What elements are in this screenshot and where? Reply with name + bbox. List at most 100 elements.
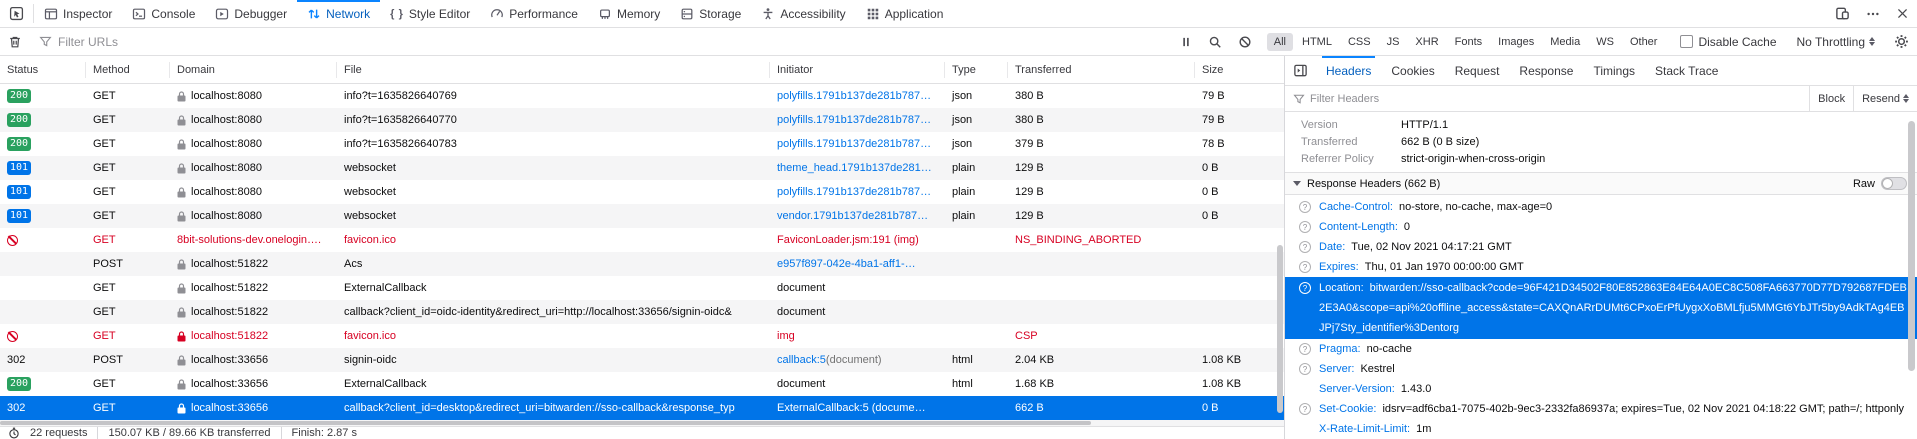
throttling-select[interactable]: No Throttling bbox=[1787, 35, 1885, 49]
header-name[interactable]: Pragma: bbox=[1319, 343, 1361, 355]
tab-style-editor[interactable]: { } Style Editor bbox=[380, 0, 480, 27]
tab-inspector[interactable]: Inspector bbox=[34, 0, 122, 27]
responsive-design-mode-button[interactable] bbox=[1827, 0, 1858, 27]
initiator-link[interactable]: ExternalCallback:5 (docume… bbox=[777, 402, 926, 414]
close-devtools-button[interactable] bbox=[1888, 0, 1917, 27]
tab-network[interactable]: Network bbox=[297, 0, 380, 27]
disable-cache-checkbox[interactable] bbox=[1680, 35, 1693, 48]
tab-memory[interactable]: Memory bbox=[588, 0, 670, 27]
tab-performance[interactable]: Performance bbox=[480, 0, 588, 27]
initiator-link[interactable]: polyfills.1791b137de281b787… bbox=[777, 114, 931, 126]
initiator-link[interactable]: polyfills.1791b137de281b787… bbox=[777, 90, 931, 102]
column-method[interactable]: Method bbox=[86, 62, 170, 78]
table-row[interactable]: GET localhost:51822 callback?client_id=o… bbox=[0, 300, 1284, 324]
help-icon[interactable]: ? bbox=[1299, 241, 1311, 253]
header-name[interactable]: Date: bbox=[1319, 241, 1345, 253]
tab-storage[interactable]: Storage bbox=[670, 0, 751, 27]
block-url-button[interactable]: Block bbox=[1809, 86, 1853, 111]
filter-js[interactable]: JS bbox=[1380, 33, 1407, 51]
tab-request[interactable]: Request bbox=[1445, 56, 1510, 85]
help-icon[interactable]: ? bbox=[1299, 403, 1311, 415]
initiator-link[interactable]: callback:5 bbox=[777, 354, 826, 366]
table-row[interactable]: GET 8bit-solutions-dev.onelogin…. favico… bbox=[0, 228, 1284, 252]
toolbox-menu-button[interactable] bbox=[1858, 0, 1888, 27]
collapse-details-button[interactable] bbox=[1285, 56, 1316, 85]
column-initiator[interactable]: Initiator bbox=[770, 62, 945, 78]
network-settings-button[interactable] bbox=[1886, 28, 1917, 55]
table-row[interactable]: POST localhost:51822 Acs e957f897-042e-4… bbox=[0, 252, 1284, 276]
filter-urls-input[interactable] bbox=[58, 35, 1172, 49]
filter-css[interactable]: CSS bbox=[1341, 33, 1378, 51]
table-row-selected[interactable]: 302 GET localhost:33656 callback?client_… bbox=[0, 396, 1284, 420]
header-row[interactable]: Server-Version:1.43.0 bbox=[1285, 379, 1917, 399]
table-vertical-scrollbar[interactable] bbox=[1277, 245, 1283, 413]
tab-accessibility[interactable]: Accessibility bbox=[751, 0, 855, 27]
column-status[interactable]: Status bbox=[0, 62, 86, 78]
header-row[interactable]: ? Pragma:no-cache bbox=[1285, 339, 1917, 359]
header-row[interactable]: ? Expires:Thu, 01 Jan 1970 00:00:00 GMT bbox=[1285, 257, 1917, 277]
table-row[interactable]: 101 GET localhost:8080 websocket theme_h… bbox=[0, 156, 1284, 180]
filter-fonts[interactable]: Fonts bbox=[1448, 33, 1490, 51]
table-row[interactable]: 101 GET localhost:8080 websocket vendor.… bbox=[0, 204, 1284, 228]
initiator-link[interactable]: vendor.1791b137de281b787… bbox=[777, 210, 928, 222]
initiator-link[interactable]: e957f897-042e-4ba1-aff1-… bbox=[777, 258, 916, 270]
initiator-link[interactable]: theme_head.1791b137de281… bbox=[777, 162, 932, 174]
header-name[interactable]: Server: bbox=[1319, 363, 1354, 375]
tab-headers[interactable]: Headers bbox=[1316, 56, 1381, 85]
filter-all[interactable]: All bbox=[1267, 33, 1293, 51]
pause-recording-button[interactable] bbox=[1172, 28, 1200, 55]
filter-images[interactable]: Images bbox=[1491, 33, 1541, 51]
initiator-link[interactable]: FaviconLoader.jsm:191 (img) bbox=[777, 234, 919, 246]
tab-console[interactable]: Console bbox=[122, 0, 205, 27]
tab-response[interactable]: Response bbox=[1509, 56, 1583, 85]
header-name[interactable]: Expires: bbox=[1319, 261, 1359, 273]
request-blocking-button[interactable] bbox=[1230, 28, 1260, 55]
header-row-selected[interactable]: ? Location:bitwarden://sso-callback?code… bbox=[1285, 277, 1917, 339]
help-icon[interactable]: ? bbox=[1299, 201, 1311, 213]
header-row[interactable]: X-Rate-Limit-Limit:1m bbox=[1285, 419, 1917, 439]
table-row[interactable]: GET localhost:51822 ExternalCallback doc… bbox=[0, 276, 1284, 300]
table-row[interactable]: 200 GET localhost:33656 ExternalCallback… bbox=[0, 372, 1284, 396]
help-icon[interactable]: ? bbox=[1299, 221, 1311, 233]
filter-media[interactable]: Media bbox=[1543, 33, 1587, 51]
header-name[interactable]: Server-Version: bbox=[1319, 383, 1395, 395]
help-icon[interactable]: ? bbox=[1299, 363, 1311, 375]
scrollbar-thumb[interactable] bbox=[0, 421, 1091, 425]
raw-toggle[interactable] bbox=[1881, 177, 1907, 190]
table-row[interactable]: 101 GET localhost:8080 websocket polyfil… bbox=[0, 180, 1284, 204]
table-row[interactable]: 200 GET localhost:8080 info?t=1635826640… bbox=[0, 84, 1284, 108]
filter-ws[interactable]: WS bbox=[1589, 33, 1621, 51]
search-button[interactable] bbox=[1200, 28, 1230, 55]
header-row[interactable]: ? Content-Length:0 bbox=[1285, 217, 1917, 237]
pick-element-button[interactable] bbox=[0, 0, 33, 27]
column-domain[interactable]: Domain bbox=[170, 62, 337, 78]
details-vertical-scrollbar[interactable] bbox=[1908, 121, 1915, 371]
tab-cookies[interactable]: Cookies bbox=[1381, 56, 1444, 85]
table-row[interactable]: GET localhost:51822 favicon.ico img CSP bbox=[0, 324, 1284, 348]
help-icon[interactable]: ? bbox=[1299, 261, 1311, 273]
table-row[interactable]: 200 GET localhost:8080 info?t=1635826640… bbox=[0, 132, 1284, 156]
header-row[interactable]: ? Cache-Control:no-store, no-cache, max-… bbox=[1285, 197, 1917, 217]
header-name[interactable]: Cache-Control: bbox=[1319, 201, 1393, 213]
resend-button[interactable]: Resend bbox=[1853, 86, 1917, 111]
header-name[interactable]: Content-Length: bbox=[1319, 221, 1398, 233]
initiator-link[interactable]: polyfills.1791b137de281b787… bbox=[777, 186, 931, 198]
filter-html[interactable]: HTML bbox=[1295, 33, 1339, 51]
response-headers-section[interactable]: Response Headers (662 B) Raw bbox=[1285, 172, 1917, 195]
header-row[interactable]: ? Date:Tue, 02 Nov 2021 04:17:21 GMT bbox=[1285, 237, 1917, 257]
header-name[interactable]: X-Rate-Limit-Limit: bbox=[1319, 423, 1410, 435]
table-row[interactable]: 302 POST localhost:33656 signin-oidc cal… bbox=[0, 348, 1284, 372]
header-row[interactable]: ? Server:Kestrel bbox=[1285, 359, 1917, 379]
help-icon[interactable]: ? bbox=[1299, 282, 1311, 294]
disable-cache-control[interactable]: Disable Cache bbox=[1671, 35, 1785, 49]
column-type[interactable]: Type bbox=[945, 62, 1008, 78]
column-size[interactable]: Size bbox=[1195, 62, 1283, 78]
header-name[interactable]: Location: bbox=[1319, 282, 1364, 294]
tab-timings[interactable]: Timings bbox=[1583, 56, 1645, 85]
header-row[interactable]: ? Set-Cookie:idsrv=adf6cba1-7075-402b-9e… bbox=[1285, 399, 1917, 419]
filter-headers-input[interactable] bbox=[1310, 93, 1809, 105]
tab-application[interactable]: Application bbox=[856, 0, 954, 27]
tab-debugger[interactable]: Debugger bbox=[205, 0, 297, 27]
header-name[interactable]: Set-Cookie: bbox=[1319, 403, 1376, 415]
table-row[interactable]: 200 GET localhost:8080 info?t=1635826640… bbox=[0, 108, 1284, 132]
